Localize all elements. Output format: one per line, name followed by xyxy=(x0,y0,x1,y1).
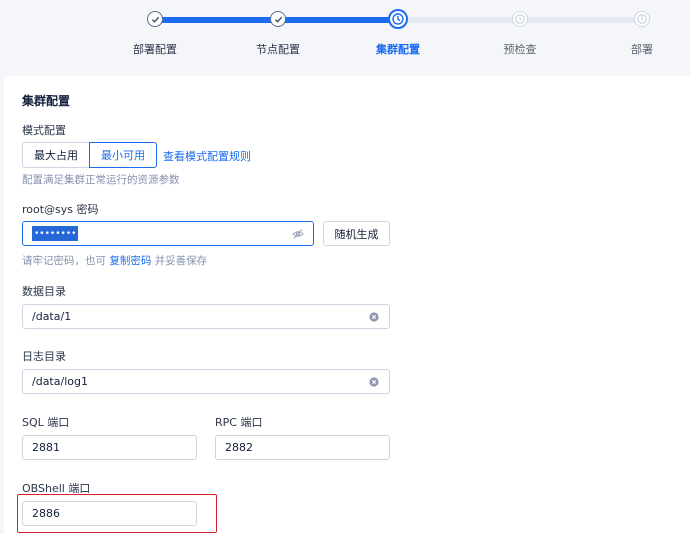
mode-option-min[interactable]: 最小可用 xyxy=(89,142,157,168)
step-4-clock-icon xyxy=(512,11,528,27)
mode-helper-text: 配置满足集群正常运行的资源参数 xyxy=(22,174,180,186)
password-helper-suffix: 并妥善保存 xyxy=(154,255,208,267)
step-1-check-icon xyxy=(147,11,163,27)
log-dir-label: 日志目录 xyxy=(22,350,66,363)
step-label-cluster-config: 集群配置 xyxy=(376,43,420,56)
step-3-clock-icon xyxy=(388,9,408,29)
password-input[interactable]: •••••••• xyxy=(22,221,314,246)
mode-segmented-control: 最大占用 最小可用 xyxy=(22,142,157,168)
data-dir-input[interactable]: /data/1 xyxy=(22,304,390,329)
clear-circle-icon[interactable] xyxy=(368,311,380,323)
password-label: root@sys 密码 xyxy=(22,203,99,216)
clear-circle-icon[interactable] xyxy=(368,376,380,388)
step-label-precheck: 预检查 xyxy=(503,43,537,56)
mode-label: 模式配置 xyxy=(22,124,66,137)
password-value: •••••••• xyxy=(32,226,79,242)
log-dir-input[interactable]: /data/log1 xyxy=(22,369,390,394)
sql-port-label: SQL 端口 xyxy=(22,416,70,429)
password-helper-text: 请牢记密码，也可 复制密码 并妥善保存 xyxy=(22,253,207,268)
step-label-node-config: 节点配置 xyxy=(256,43,300,56)
sql-port-value: 2881 xyxy=(32,441,60,454)
sql-port-input[interactable]: 2881 xyxy=(22,435,197,460)
data-dir-label: 数据目录 xyxy=(22,285,66,298)
generate-password-button[interactable]: 随机生成 xyxy=(323,221,390,246)
rpc-port-label: RPC 端口 xyxy=(215,416,263,429)
step-5-clock-icon xyxy=(634,11,650,27)
mode-rules-link[interactable]: 查看模式配置规则 xyxy=(163,148,251,164)
section-title: 集群配置 xyxy=(22,94,71,108)
step-label-deploy: 部署 xyxy=(631,43,653,56)
copy-password-link[interactable]: 复制密码 xyxy=(109,255,151,267)
rpc-port-input[interactable]: 2882 xyxy=(215,435,390,460)
password-helper-prefix: 请牢记密码，也可 xyxy=(22,255,106,267)
deployment-stepper: 部署配置 节点配置 集群配置 预检查 部署 xyxy=(0,0,690,72)
step-label-deploy-config: 部署配置 xyxy=(133,43,177,56)
step-2-check-icon xyxy=(270,11,286,27)
mode-option-max[interactable]: 最大占用 xyxy=(22,142,90,168)
eye-off-icon[interactable] xyxy=(292,228,304,240)
rpc-port-value: 2882 xyxy=(225,441,253,454)
data-dir-value: /data/1 xyxy=(32,310,72,323)
cluster-config-card: 集群配置 模式配置 最大占用 最小可用 查看模式配置规则 配置满足集群正常运行的… xyxy=(4,76,690,534)
obshell-port-highlight xyxy=(17,494,217,533)
log-dir-value: /data/log1 xyxy=(32,375,88,388)
